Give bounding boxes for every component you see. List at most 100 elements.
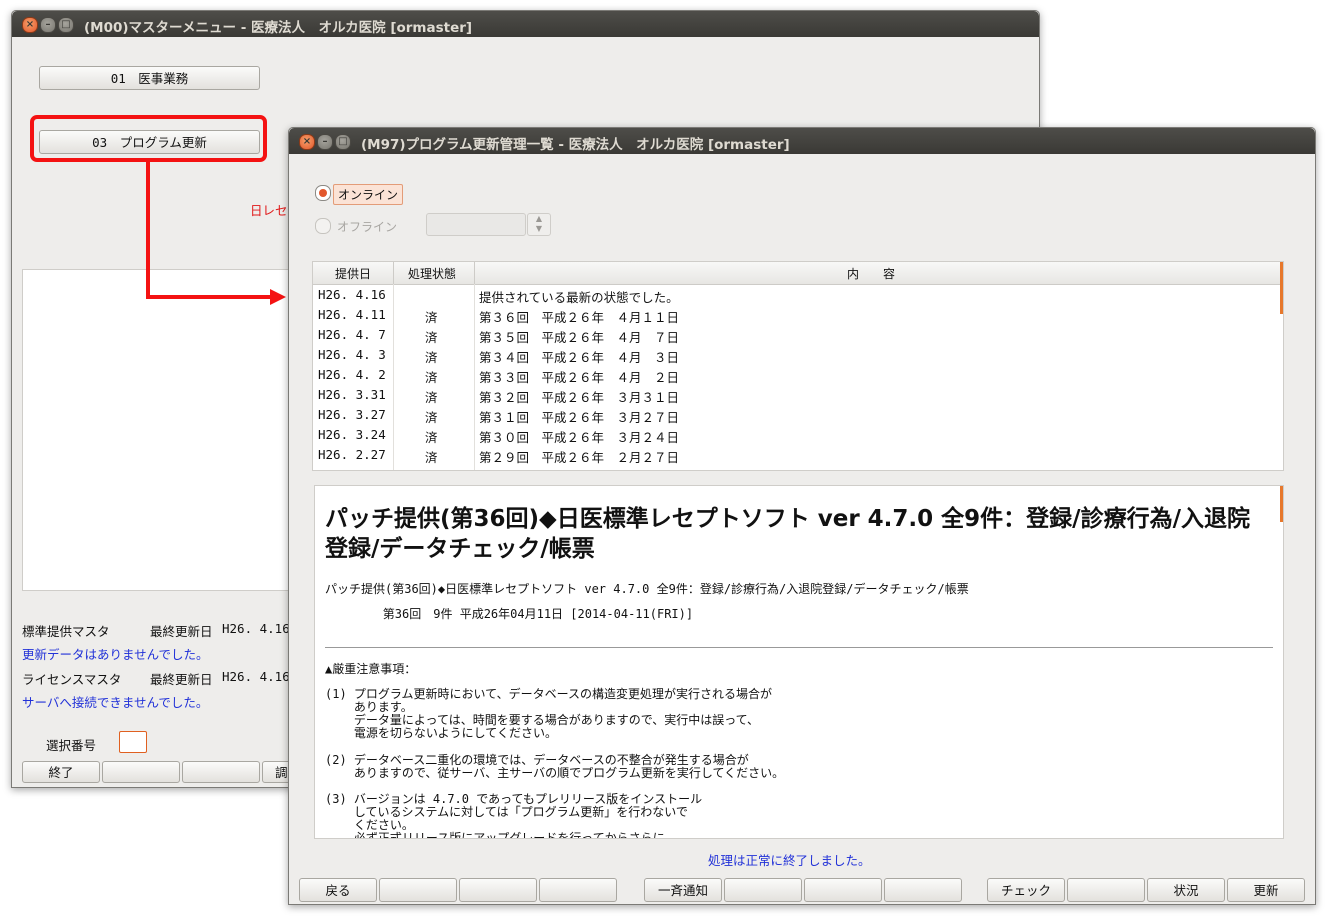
row-content: 第３０回 平成２６年 ３月２４日 [479,430,680,445]
online-label[interactable]: オンライン [333,184,404,205]
table-row[interactable]: H26. 4. 3 済 第３４回 平成２６年 ４月 ３日 [313,345,1279,365]
detail-title: パッチ提供(第36回)◆日医標準レセプトソフト ver 4.7.0 全9件：登録… [325,506,1250,562]
detail-line: 必ず正式リリース版にアップグレードを行ってからさらに [325,831,665,839]
close-icon[interactable]: × [22,17,38,33]
fkey-8-button[interactable] [884,878,962,902]
header-divider [474,262,475,284]
row-content: 第３１回 平成２６年 ３月２７日 [479,410,680,425]
row-status: 済 [425,390,438,405]
m00-fkey-3[interactable] [182,761,260,783]
highlight-box [30,115,267,162]
row-date: H26. 3.27 [318,407,386,422]
row-content: 第３６回 平成２６年 ４月１１日 [479,310,680,325]
fkey-7-button[interactable] [804,878,882,902]
fkey-2-button[interactable] [379,878,457,902]
fkey-10-button[interactable] [1067,878,1145,902]
row-date: H26. 4.16 [318,287,386,302]
col-status-header[interactable]: 処理状態 [408,265,456,282]
row-content: 第３４回 平成２６年 ４月 ３日 [479,350,680,365]
lic-status-text: サーバへ接続できませんでした。 [22,695,209,710]
detail-line: 電源を切らないようにしてください。 [325,726,557,740]
detail-line: 第36回 9件 平成26年04月11日 [2014-04-11(FRI)] [325,607,694,621]
std-date-value: H26. 4.16 [222,621,290,636]
m97-titlebar[interactable]: × – □ (M97)プログラム更新管理一覧 - 医療法人 オルカ医院 [orm… [289,128,1315,154]
row-status: 済 [425,450,438,465]
table-row[interactable]: H26. 3.31 済 第３２回 平成２６年 ３月３１日 [313,385,1279,405]
detail-line: ありますので、従サーバ、主サーバの順でプログラム更新を実行してください。 [325,766,785,780]
row-date: H26. 2.25 [318,467,386,470]
minimize-icon[interactable]: – [317,134,333,150]
notify-all-button[interactable]: 一斉通知 [644,878,722,902]
m00-fkey-2[interactable] [102,761,180,783]
fkey-4-button[interactable] [539,878,617,902]
row-status: 済 [425,370,438,385]
header-divider [393,262,394,284]
offline-radio[interactable] [315,218,331,234]
row-date: H26. 4. 7 [318,327,386,342]
select-number-label: 選択番号 [46,738,97,753]
arrow-horizontal [146,295,272,299]
status-button[interactable]: 状況 [1147,878,1225,902]
row-date: H26. 4. 2 [318,367,386,382]
minimize-icon[interactable]: – [40,17,56,33]
detail-scrollbar[interactable] [1280,486,1283,522]
check-button[interactable]: チェック [987,878,1065,902]
online-radio[interactable] [315,185,331,201]
col-content-header[interactable]: 内 容 [847,265,895,282]
row-status: 済 [425,310,438,325]
menu-01-button[interactable]: 01 医事業務 [39,66,260,90]
update-list[interactable]: 提供日 処理状態 内 容 H26. 4.16 提供されている最新の状態でした。 H2… [312,261,1284,471]
table-row[interactable]: H26. 2.27 済 第２９回 平成２６年 ２月２７日 [313,445,1279,465]
row-content: 提供されている最新の状態でした。 [479,290,679,305]
list-scrollbar[interactable] [1280,262,1283,314]
row-date: H26. 3.24 [318,427,386,442]
close-icon[interactable]: × [299,134,315,150]
row-date: H26. 2.27 [318,447,386,462]
maximize-icon[interactable]: □ [58,17,74,33]
row-content: 第３２回 平成２６年 ３月３１日 [479,390,680,405]
arrow-head [270,289,286,305]
list-header: 提供日 処理状態 内 容 [313,262,1283,285]
back-button[interactable]: 戻る [299,878,377,902]
col-date-header[interactable]: 提供日 [335,265,371,282]
table-row[interactable]: H26. 3.27 済 第３１回 平成２６年 ３月２７日 [313,405,1279,425]
fkey-3-button[interactable] [459,878,537,902]
lic-date-label: 最終更新日 [150,672,213,687]
radio-dot-icon [319,189,327,197]
lic-date-value: H26. 4.16 [222,669,290,684]
offline-combo[interactable] [426,213,526,236]
fkey-6-button[interactable] [724,878,802,902]
table-row[interactable]: H26. 4. 2 済 第３３回 平成２６年 ４月 ２日 [313,365,1279,385]
table-row[interactable]: H26. 4.16 提供されている最新の状態でした。 [313,285,1279,305]
detail-pane[interactable]: パッチ提供(第36回)◆日医標準レセプトソフト ver 4.7.0 全9件：登録… [314,485,1284,839]
row-date: H26. 3.31 [318,387,386,402]
exit-button[interactable]: 終了 [22,761,100,783]
row-status: 済 [425,410,438,425]
row-status: 済 [425,430,438,445]
row-status: 済 [425,350,438,365]
row-status: 済 [425,467,438,470]
m00-list-area [22,269,324,591]
update-button[interactable]: 更新 [1227,878,1305,902]
row-date: H26. 4.11 [318,307,386,322]
offline-label: オフライン [337,220,398,234]
status-message: 処理は正常に終了しました。 [708,853,871,868]
row-status: 済 [425,330,438,345]
row-date: H26. 4. 3 [318,347,386,362]
table-row[interactable]: H26. 3.24 済 第３０回 平成２６年 ３月２４日 [313,425,1279,445]
detail-separator [325,647,1273,648]
std-master-label: 標準提供マスタ [22,624,110,639]
maximize-icon[interactable]: □ [335,134,351,150]
lic-master-label: ライセンスマスタ [22,672,122,687]
table-row[interactable]: H26. 2.25 済 第２８回 平成２６年 ２月２５日 [313,465,1279,470]
m97-window: × – □ (M97)プログラム更新管理一覧 - 医療法人 オルカ医院 [orm… [288,127,1316,905]
table-row[interactable]: H26. 4.11 済 第３６回 平成２６年 ４月１１日 [313,305,1279,325]
select-number-input[interactable] [119,731,147,753]
table-row[interactable]: H26. 4. 7 済 第３５回 平成２６年 ４月 ７日 [313,325,1279,345]
row-content: 第２９回 平成２６年 ２月２７日 [479,450,680,465]
offline-spin-icon[interactable]: ▲ ▼ [527,213,551,236]
detail-line: パッチ提供(第36回)◆日医標準レセプトソフト ver 4.7.0 全9件：登録… [325,582,969,596]
row-content: 第３５回 平成２６年 ４月 ７日 [479,330,680,345]
std-status-text: 更新データはありませんでした。 [22,647,209,662]
m00-titlebar[interactable]: × – □ (M00)マスターメニュー - 医療法人 オルカ医院 [ormast… [12,11,1039,37]
